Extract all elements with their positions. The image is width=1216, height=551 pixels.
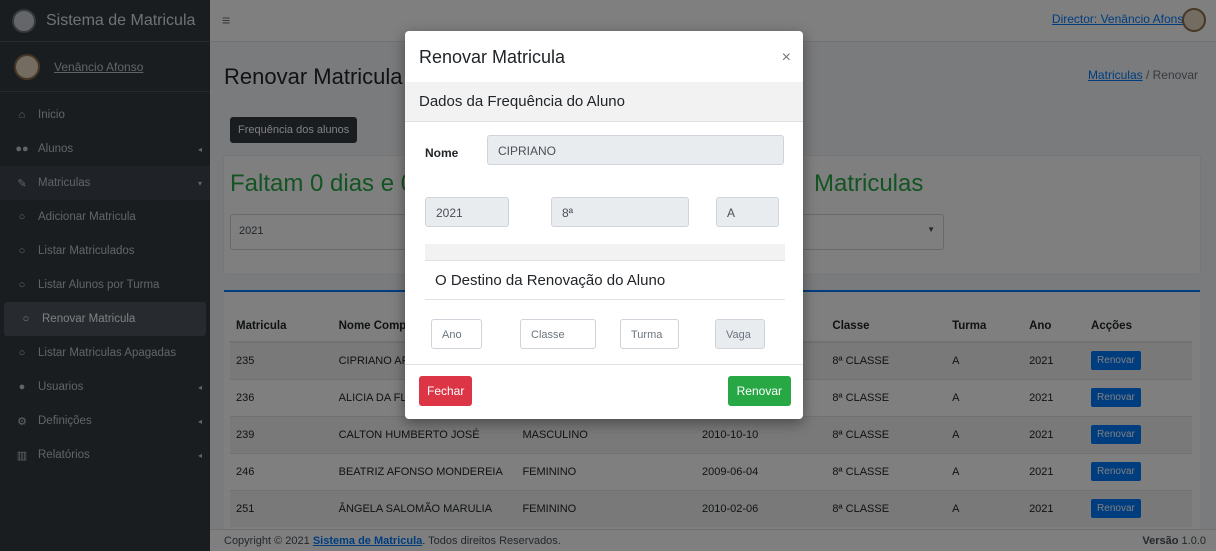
year-field: 2021 [425,197,509,227]
name-label: Nome [425,146,459,160]
close-button[interactable]: Fechar [419,376,473,406]
destination-year-input[interactable]: Ano [431,319,482,349]
renew-modal: Renovar Matricula × Dados da Frequência … [405,31,803,419]
destination-turma-input[interactable]: Turma [620,319,679,349]
turma-field: A [716,197,779,227]
destination-class-input[interactable]: Classe [520,319,596,349]
section-separator [425,244,785,260]
destination-vaga-field: Vaga [715,319,765,349]
class-field: 8ª [551,197,689,227]
close-icon[interactable]: × [782,49,791,67]
section-destination-heading: O Destino da Renovação do Aluno [425,260,785,300]
modal-footer [405,364,803,365]
section-frequency-heading: Dados da Frequência do Aluno [405,82,803,122]
name-field: CIPRIANO [487,135,784,165]
modal-title: Renovar Matricula [419,47,566,67]
renew-button[interactable]: Renovar [727,376,791,406]
